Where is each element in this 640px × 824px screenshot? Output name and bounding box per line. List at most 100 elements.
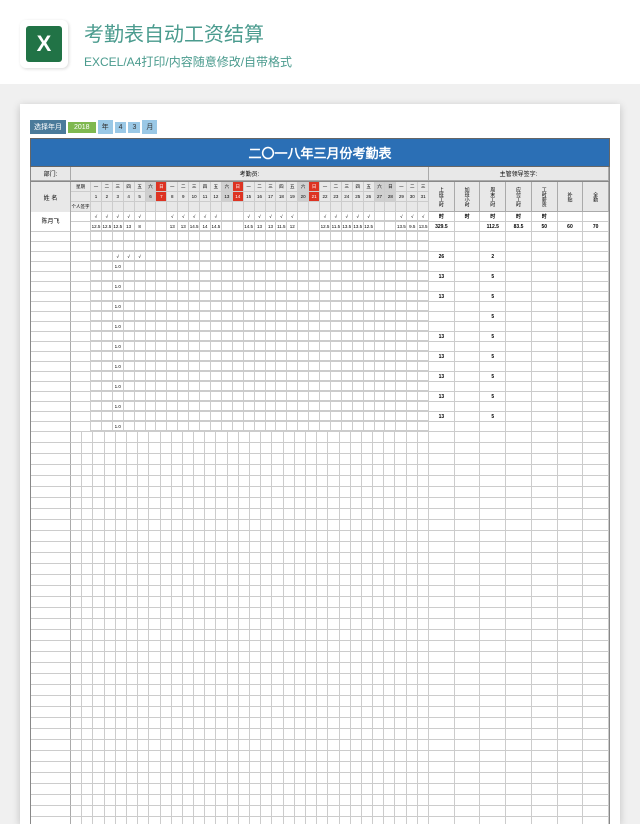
data-cell[interactable] [124, 302, 135, 311]
data-cell[interactable] [102, 322, 113, 331]
data-cell[interactable] [418, 372, 429, 381]
data-cell[interactable] [211, 262, 222, 271]
data-cell[interactable] [156, 352, 167, 361]
stat-cell[interactable] [429, 402, 455, 411]
data-cell[interactable] [320, 362, 331, 371]
stat-cell[interactable] [532, 362, 558, 371]
data-cell[interactable] [342, 312, 353, 321]
data-cell[interactable] [200, 302, 211, 311]
data-cell[interactable] [266, 262, 277, 271]
data-cell[interactable] [396, 322, 407, 331]
stat-cell[interactable] [455, 352, 481, 361]
stat-cell[interactable] [480, 402, 506, 411]
data-cell[interactable] [331, 272, 342, 281]
data-cell[interactable]: 8 [135, 222, 146, 231]
stat-cell[interactable] [532, 232, 558, 241]
data-cell[interactable] [385, 302, 396, 311]
stat-cell[interactable] [583, 332, 609, 341]
data-cell[interactable]: √ [135, 252, 146, 261]
data-cell[interactable] [266, 282, 277, 291]
data-cell[interactable] [276, 302, 287, 311]
data-cell[interactable] [200, 392, 211, 401]
data-cell[interactable]: 11.5 [331, 222, 342, 231]
stat-cell[interactable] [532, 262, 558, 271]
data-cell[interactable] [266, 412, 277, 421]
stat-cell[interactable] [506, 242, 532, 251]
data-cell[interactable] [244, 342, 255, 351]
stat-cell[interactable] [583, 312, 609, 321]
data-cell[interactable] [331, 232, 342, 241]
stat-cell[interactable] [558, 242, 584, 251]
data-cell[interactable] [102, 392, 113, 401]
stat-cell[interactable] [558, 362, 584, 371]
data-cell[interactable] [396, 292, 407, 301]
data-cell[interactable] [102, 252, 113, 261]
data-cell[interactable] [320, 242, 331, 251]
data-cell[interactable] [375, 402, 386, 411]
stat-cell[interactable] [532, 282, 558, 291]
data-cell[interactable] [287, 412, 298, 421]
data-cell[interactable] [298, 302, 309, 311]
data-cell[interactable]: √ [320, 212, 331, 221]
data-cell[interactable] [320, 282, 331, 291]
data-cell[interactable] [320, 352, 331, 361]
data-cell[interactable] [375, 332, 386, 341]
data-cell[interactable]: √ [342, 212, 353, 221]
data-cell[interactable] [255, 362, 266, 371]
data-cell[interactable] [211, 312, 222, 321]
data-cell[interactable] [364, 242, 375, 251]
data-cell[interactable] [211, 292, 222, 301]
data-cell[interactable] [385, 382, 396, 391]
data-cell[interactable] [222, 232, 233, 241]
data-cell[interactable] [353, 382, 364, 391]
data-cell[interactable] [331, 282, 342, 291]
stat-cell[interactable] [429, 302, 455, 311]
data-cell[interactable]: 9.5 [407, 222, 418, 231]
data-cell[interactable] [353, 282, 364, 291]
data-cell[interactable] [200, 272, 211, 281]
data-cell[interactable] [222, 272, 233, 281]
data-cell[interactable] [342, 322, 353, 331]
data-cell[interactable]: 14 [200, 222, 211, 231]
data-cell[interactable] [233, 272, 244, 281]
data-cell[interactable] [102, 282, 113, 291]
data-cell[interactable] [189, 232, 200, 241]
stat-cell[interactable] [558, 332, 584, 341]
data-cell[interactable] [298, 392, 309, 401]
data-cell[interactable] [200, 242, 211, 251]
data-cell[interactable] [375, 282, 386, 291]
data-cell[interactable] [353, 242, 364, 251]
data-cell[interactable] [135, 392, 146, 401]
data-cell[interactable] [233, 282, 244, 291]
data-cell[interactable]: √ [353, 212, 364, 221]
data-cell[interactable] [320, 382, 331, 391]
data-cell[interactable] [364, 312, 375, 321]
data-cell[interactable] [200, 422, 211, 431]
data-cell[interactable] [309, 272, 320, 281]
data-cell[interactable] [375, 302, 386, 311]
data-cell[interactable] [200, 402, 211, 411]
data-cell[interactable] [375, 232, 386, 241]
data-cell[interactable] [189, 272, 200, 281]
data-cell[interactable] [178, 392, 189, 401]
data-cell[interactable] [167, 402, 178, 411]
stat-cell[interactable] [558, 262, 584, 271]
data-cell[interactable] [342, 422, 353, 431]
data-cell[interactable] [102, 272, 113, 281]
stat-cell[interactable] [583, 402, 609, 411]
data-cell[interactable] [167, 372, 178, 381]
data-cell[interactable] [167, 262, 178, 271]
data-cell[interactable] [309, 392, 320, 401]
data-cell[interactable] [309, 312, 320, 321]
data-cell[interactable] [135, 372, 146, 381]
data-cell[interactable] [244, 352, 255, 361]
data-cell[interactable] [331, 362, 342, 371]
data-cell[interactable] [124, 242, 135, 251]
data-cell[interactable] [276, 392, 287, 401]
data-cell[interactable] [331, 292, 342, 301]
data-cell[interactable] [233, 422, 244, 431]
data-cell[interactable] [364, 342, 375, 351]
data-cell[interactable] [320, 422, 331, 431]
data-cell[interactable] [135, 412, 146, 421]
data-cell[interactable] [233, 222, 244, 231]
